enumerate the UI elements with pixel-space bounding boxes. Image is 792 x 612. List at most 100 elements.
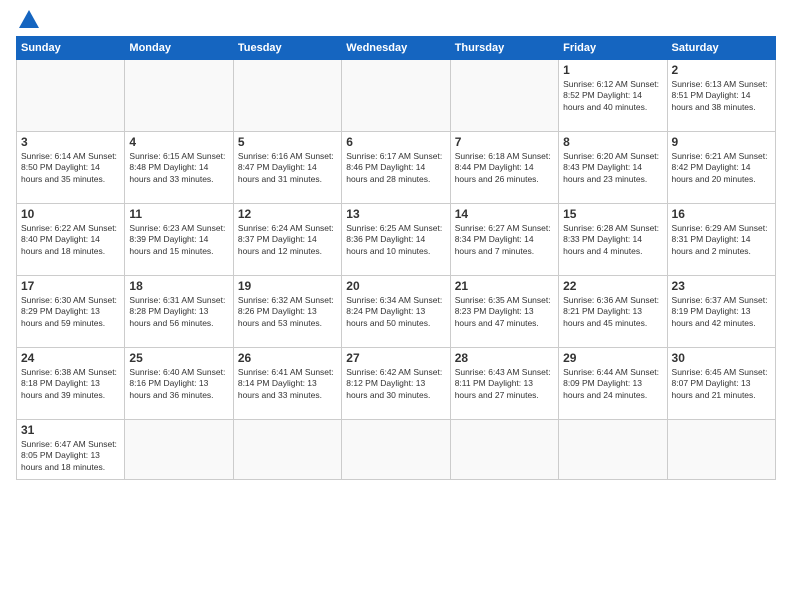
day-info: Sunrise: 6:22 AM Sunset: 8:40 PM Dayligh… [21, 223, 120, 257]
day-number: 30 [672, 351, 771, 365]
day-number: 19 [238, 279, 337, 293]
header-tuesday: Tuesday [233, 37, 341, 60]
header-thursday: Thursday [450, 37, 558, 60]
day-number: 6 [346, 135, 445, 149]
table-row: 9Sunrise: 6:21 AM Sunset: 8:42 PM Daylig… [667, 132, 775, 204]
day-number: 4 [129, 135, 228, 149]
day-number: 27 [346, 351, 445, 365]
calendar-week-row: 31Sunrise: 6:47 AM Sunset: 8:05 PM Dayli… [17, 420, 776, 480]
day-info: Sunrise: 6:47 AM Sunset: 8:05 PM Dayligh… [21, 439, 120, 473]
day-number: 20 [346, 279, 445, 293]
table-row [233, 60, 341, 132]
day-number: 7 [455, 135, 554, 149]
day-number: 24 [21, 351, 120, 365]
table-row: 1 Sunrise: 6:12 AM Sunset: 8:52 PM Daylig… [559, 60, 667, 132]
day-number: 12 [238, 207, 337, 221]
table-row: 5Sunrise: 6:16 AM Sunset: 8:47 PM Daylig… [233, 132, 341, 204]
header-wednesday: Wednesday [342, 37, 450, 60]
table-row: 6 Sunrise: 6:17 AM Sunset: 8:46 PM Daylig… [342, 132, 450, 204]
table-row: 3Sunrise: 6:14 AM Sunset: 8:50 PM Daylig… [17, 132, 125, 204]
table-row: 29 Sunrise: 6:44 AM Sunset: 8:09 PM Dayli… [559, 348, 667, 420]
table-row [667, 420, 775, 480]
day-info: Sunrise: 6:32 AM Sunset: 8:26 PM Dayligh… [238, 295, 337, 329]
table-row: 4 Sunrise: 6:15 AM Sunset: 8:48 PM Daylig… [125, 132, 233, 204]
day-number: 21 [455, 279, 554, 293]
table-row: 26 Sunrise: 6:41 AM Sunset: 8:14 PM Dayli… [233, 348, 341, 420]
table-row: 18 Sunrise: 6:31 AM Sunset: 8:28 PM Dayli… [125, 276, 233, 348]
table-row [450, 420, 558, 480]
table-row: 13 Sunrise: 6:25 AM Sunset: 8:36 PM Dayli… [342, 204, 450, 276]
header-friday: Friday [559, 37, 667, 60]
day-info: Sunrise: 6:37 AM Sunset: 8:19 PM Dayligh… [672, 295, 771, 329]
day-number: 14 [455, 207, 554, 221]
table-row [342, 60, 450, 132]
day-number: 16 [672, 207, 771, 221]
table-row [233, 420, 341, 480]
day-number: 18 [129, 279, 228, 293]
day-number: 25 [129, 351, 228, 365]
header-sunday: Sunday [17, 37, 125, 60]
day-info: Sunrise: 6:20 AM Sunset: 8:43 PM Dayligh… [563, 151, 662, 185]
day-info: Sunrise: 6:24 AM Sunset: 8:37 PM Dayligh… [238, 223, 337, 257]
table-row: 8 Sunrise: 6:20 AM Sunset: 8:43 PM Daylig… [559, 132, 667, 204]
day-info: Sunrise: 6:13 AM Sunset: 8:51 PM Dayligh… [672, 79, 771, 113]
table-row: 24 Sunrise: 6:38 AM Sunset: 8:18 PM Dayli… [17, 348, 125, 420]
header-monday: Monday [125, 37, 233, 60]
day-number: 13 [346, 207, 445, 221]
day-info: Sunrise: 6:16 AM Sunset: 8:47 PM Dayligh… [238, 151, 337, 185]
calendar-week-row: 17 Sunrise: 6:30 AM Sunset: 8:29 PM Dayli… [17, 276, 776, 348]
day-number: 17 [21, 279, 120, 293]
day-info: Sunrise: 6:27 AM Sunset: 8:34 PM Dayligh… [455, 223, 554, 257]
table-row: 17 Sunrise: 6:30 AM Sunset: 8:29 PM Dayli… [17, 276, 125, 348]
table-row: 12 Sunrise: 6:24 AM Sunset: 8:37 PM Dayli… [233, 204, 341, 276]
day-info: Sunrise: 6:12 AM Sunset: 8:52 PM Dayligh… [563, 79, 662, 113]
day-number: 29 [563, 351, 662, 365]
table-row [450, 60, 558, 132]
day-number: 15 [563, 207, 662, 221]
logo-triangle-icon [19, 10, 39, 28]
day-info: Sunrise: 6:17 AM Sunset: 8:46 PM Dayligh… [346, 151, 445, 185]
table-row: 16 Sunrise: 6:29 AM Sunset: 8:31 PM Dayli… [667, 204, 775, 276]
day-info: Sunrise: 6:40 AM Sunset: 8:16 PM Dayligh… [129, 367, 228, 401]
calendar-table: Sunday Monday Tuesday Wednesday Thursday… [16, 36, 776, 480]
header-saturday: Saturday [667, 37, 775, 60]
day-number: 2 [672, 63, 771, 77]
calendar-week-row: 1 Sunrise: 6:12 AM Sunset: 8:52 PM Daylig… [17, 60, 776, 132]
header [16, 12, 776, 28]
table-row [125, 420, 233, 480]
day-number: 26 [238, 351, 337, 365]
table-row: 30Sunrise: 6:45 AM Sunset: 8:07 PM Dayli… [667, 348, 775, 420]
day-number: 10 [21, 207, 120, 221]
table-row: 21 Sunrise: 6:35 AM Sunset: 8:23 PM Dayli… [450, 276, 558, 348]
day-info: Sunrise: 6:44 AM Sunset: 8:09 PM Dayligh… [563, 367, 662, 401]
day-number: 8 [563, 135, 662, 149]
day-number: 3 [21, 135, 120, 149]
day-info: Sunrise: 6:31 AM Sunset: 8:28 PM Dayligh… [129, 295, 228, 329]
table-row: 23Sunrise: 6:37 AM Sunset: 8:19 PM Dayli… [667, 276, 775, 348]
day-info: Sunrise: 6:15 AM Sunset: 8:48 PM Dayligh… [129, 151, 228, 185]
table-row: 19 Sunrise: 6:32 AM Sunset: 8:26 PM Dayli… [233, 276, 341, 348]
day-info: Sunrise: 6:30 AM Sunset: 8:29 PM Dayligh… [21, 295, 120, 329]
table-row: 22Sunrise: 6:36 AM Sunset: 8:21 PM Dayli… [559, 276, 667, 348]
day-info: Sunrise: 6:23 AM Sunset: 8:39 PM Dayligh… [129, 223, 228, 257]
day-info: Sunrise: 6:28 AM Sunset: 8:33 PM Dayligh… [563, 223, 662, 257]
table-row: 11Sunrise: 6:23 AM Sunset: 8:39 PM Dayli… [125, 204, 233, 276]
table-row: 15 Sunrise: 6:28 AM Sunset: 8:33 PM Dayli… [559, 204, 667, 276]
day-info: Sunrise: 6:41 AM Sunset: 8:14 PM Dayligh… [238, 367, 337, 401]
day-info: Sunrise: 6:29 AM Sunset: 8:31 PM Dayligh… [672, 223, 771, 257]
day-info: Sunrise: 6:34 AM Sunset: 8:24 PM Dayligh… [346, 295, 445, 329]
table-row: 25 Sunrise: 6:40 AM Sunset: 8:16 PM Dayli… [125, 348, 233, 420]
table-row: 7Sunrise: 6:18 AM Sunset: 8:44 PM Daylig… [450, 132, 558, 204]
day-number: 1 [563, 63, 662, 77]
day-info: Sunrise: 6:25 AM Sunset: 8:36 PM Dayligh… [346, 223, 445, 257]
day-number: 22 [563, 279, 662, 293]
day-info: Sunrise: 6:38 AM Sunset: 8:18 PM Dayligh… [21, 367, 120, 401]
day-info: Sunrise: 6:35 AM Sunset: 8:23 PM Dayligh… [455, 295, 554, 329]
day-info: Sunrise: 6:21 AM Sunset: 8:42 PM Dayligh… [672, 151, 771, 185]
table-row: 14 Sunrise: 6:27 AM Sunset: 8:34 PM Dayli… [450, 204, 558, 276]
table-row [559, 420, 667, 480]
table-row: 31Sunrise: 6:47 AM Sunset: 8:05 PM Dayli… [17, 420, 125, 480]
logo [16, 12, 39, 28]
page: Sunday Monday Tuesday Wednesday Thursday… [0, 0, 792, 612]
table-row [342, 420, 450, 480]
